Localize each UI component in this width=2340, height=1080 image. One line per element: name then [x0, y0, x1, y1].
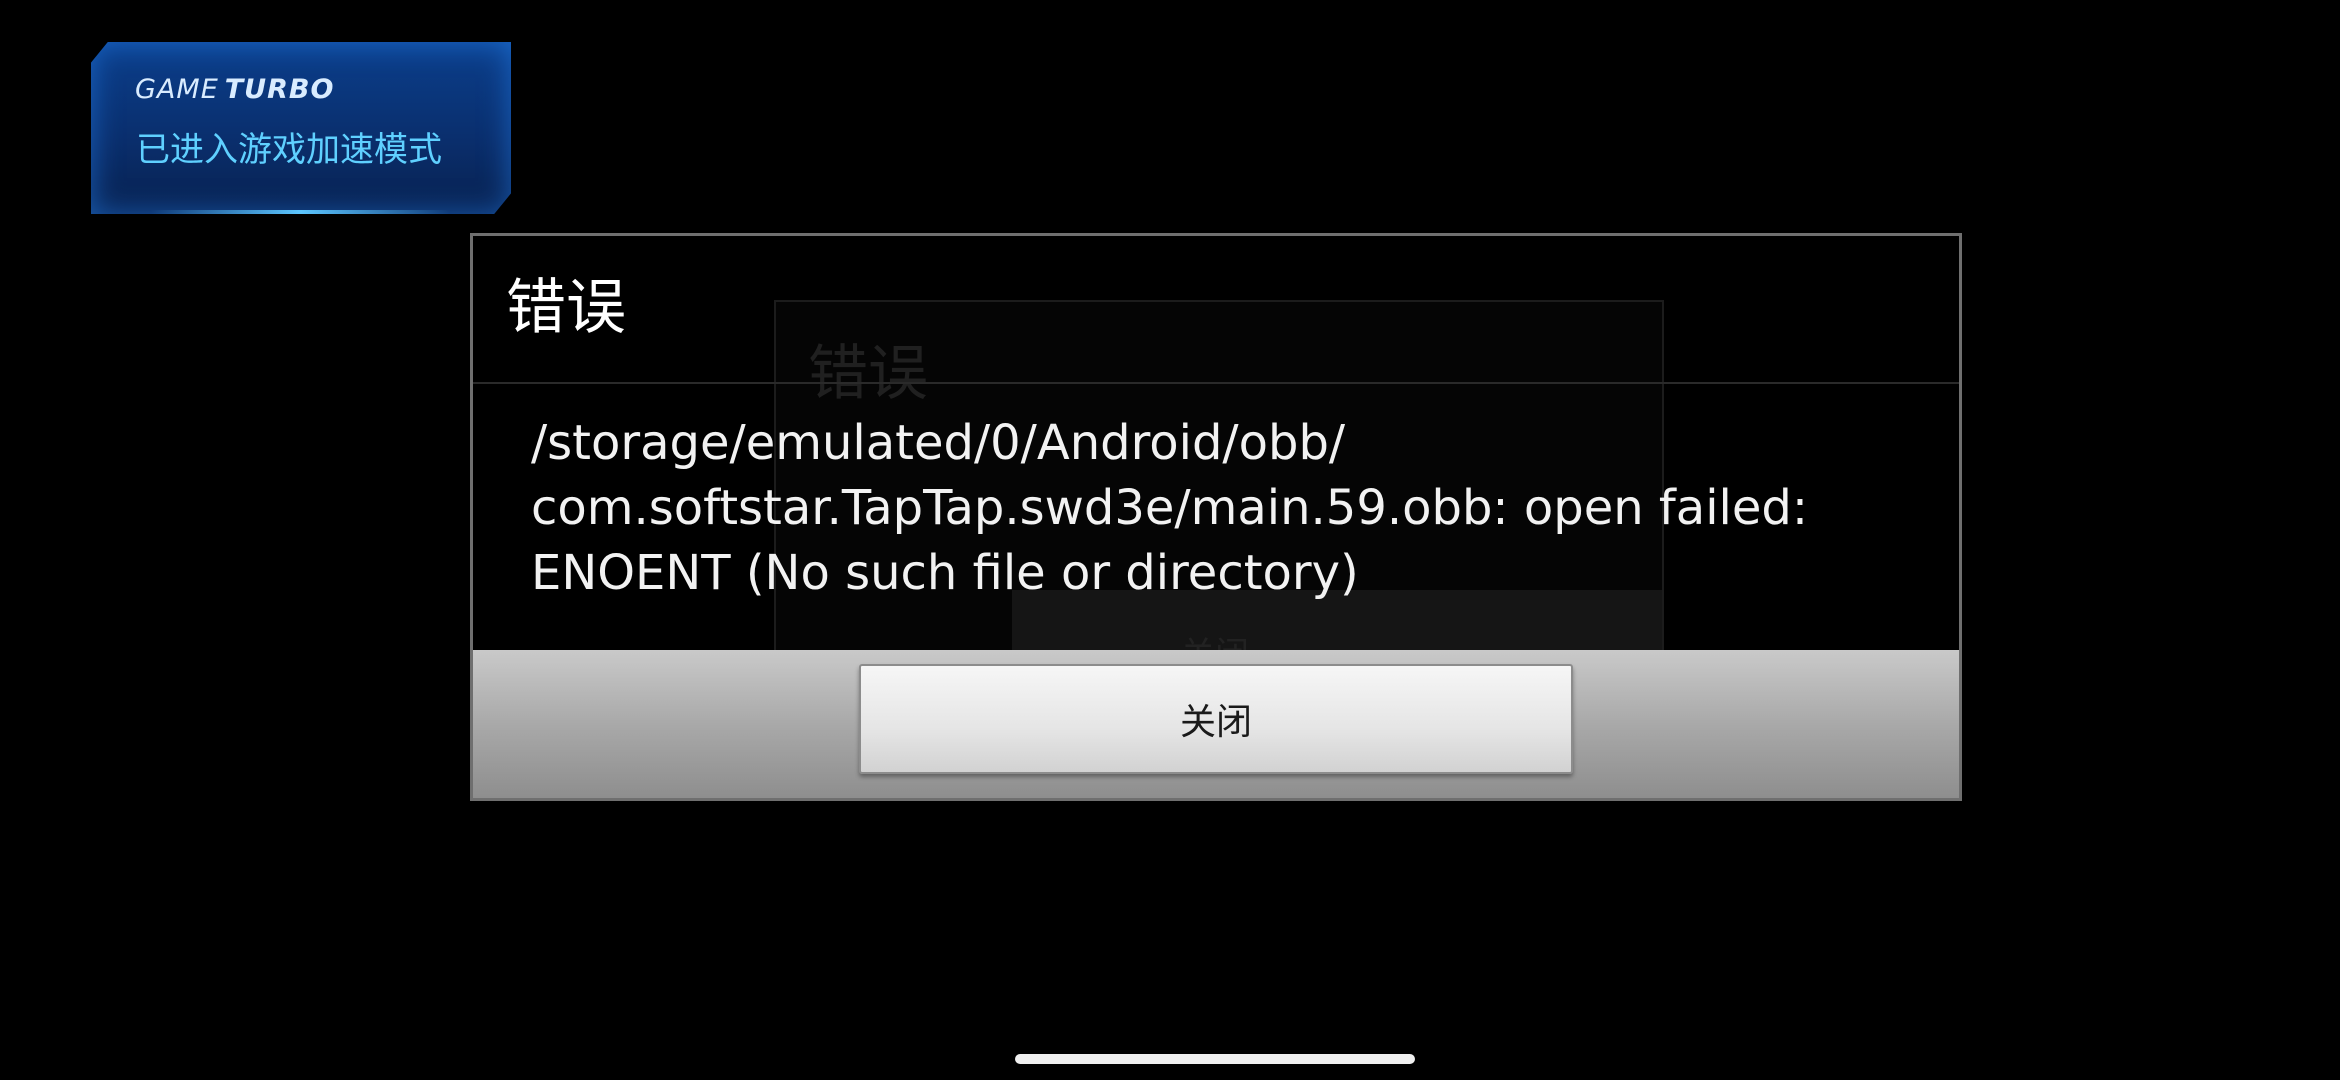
game-turbo-status: 已进入游戏加速模式: [136, 130, 442, 170]
error-dialog-footer: 关闭: [473, 650, 1959, 798]
error-dialog-header: 错误: [473, 236, 1959, 384]
error-dialog: 错误 /storage/emulated/0/Android/obb/ com.…: [470, 233, 1962, 801]
game-turbo-toast: GAME TURBO 已进入游戏加速模式: [91, 42, 511, 214]
close-button[interactable]: 关闭: [859, 664, 1573, 774]
home-indicator[interactable]: [1015, 1054, 1415, 1064]
error-dialog-title: 错误: [506, 273, 626, 343]
game-screen: GAMETURBO 已进入游戏加速模式 错误 关闭 错误 /storage/em…: [0, 0, 2340, 1080]
game-turbo-brand-bold: TURBO: [224, 74, 335, 105]
game-turbo-brand-light: GAME: [135, 74, 219, 105]
game-turbo-logo: GAME TURBO: [135, 76, 334, 103]
error-dialog-message: /storage/emulated/0/Android/obb/ com.sof…: [531, 415, 1809, 601]
